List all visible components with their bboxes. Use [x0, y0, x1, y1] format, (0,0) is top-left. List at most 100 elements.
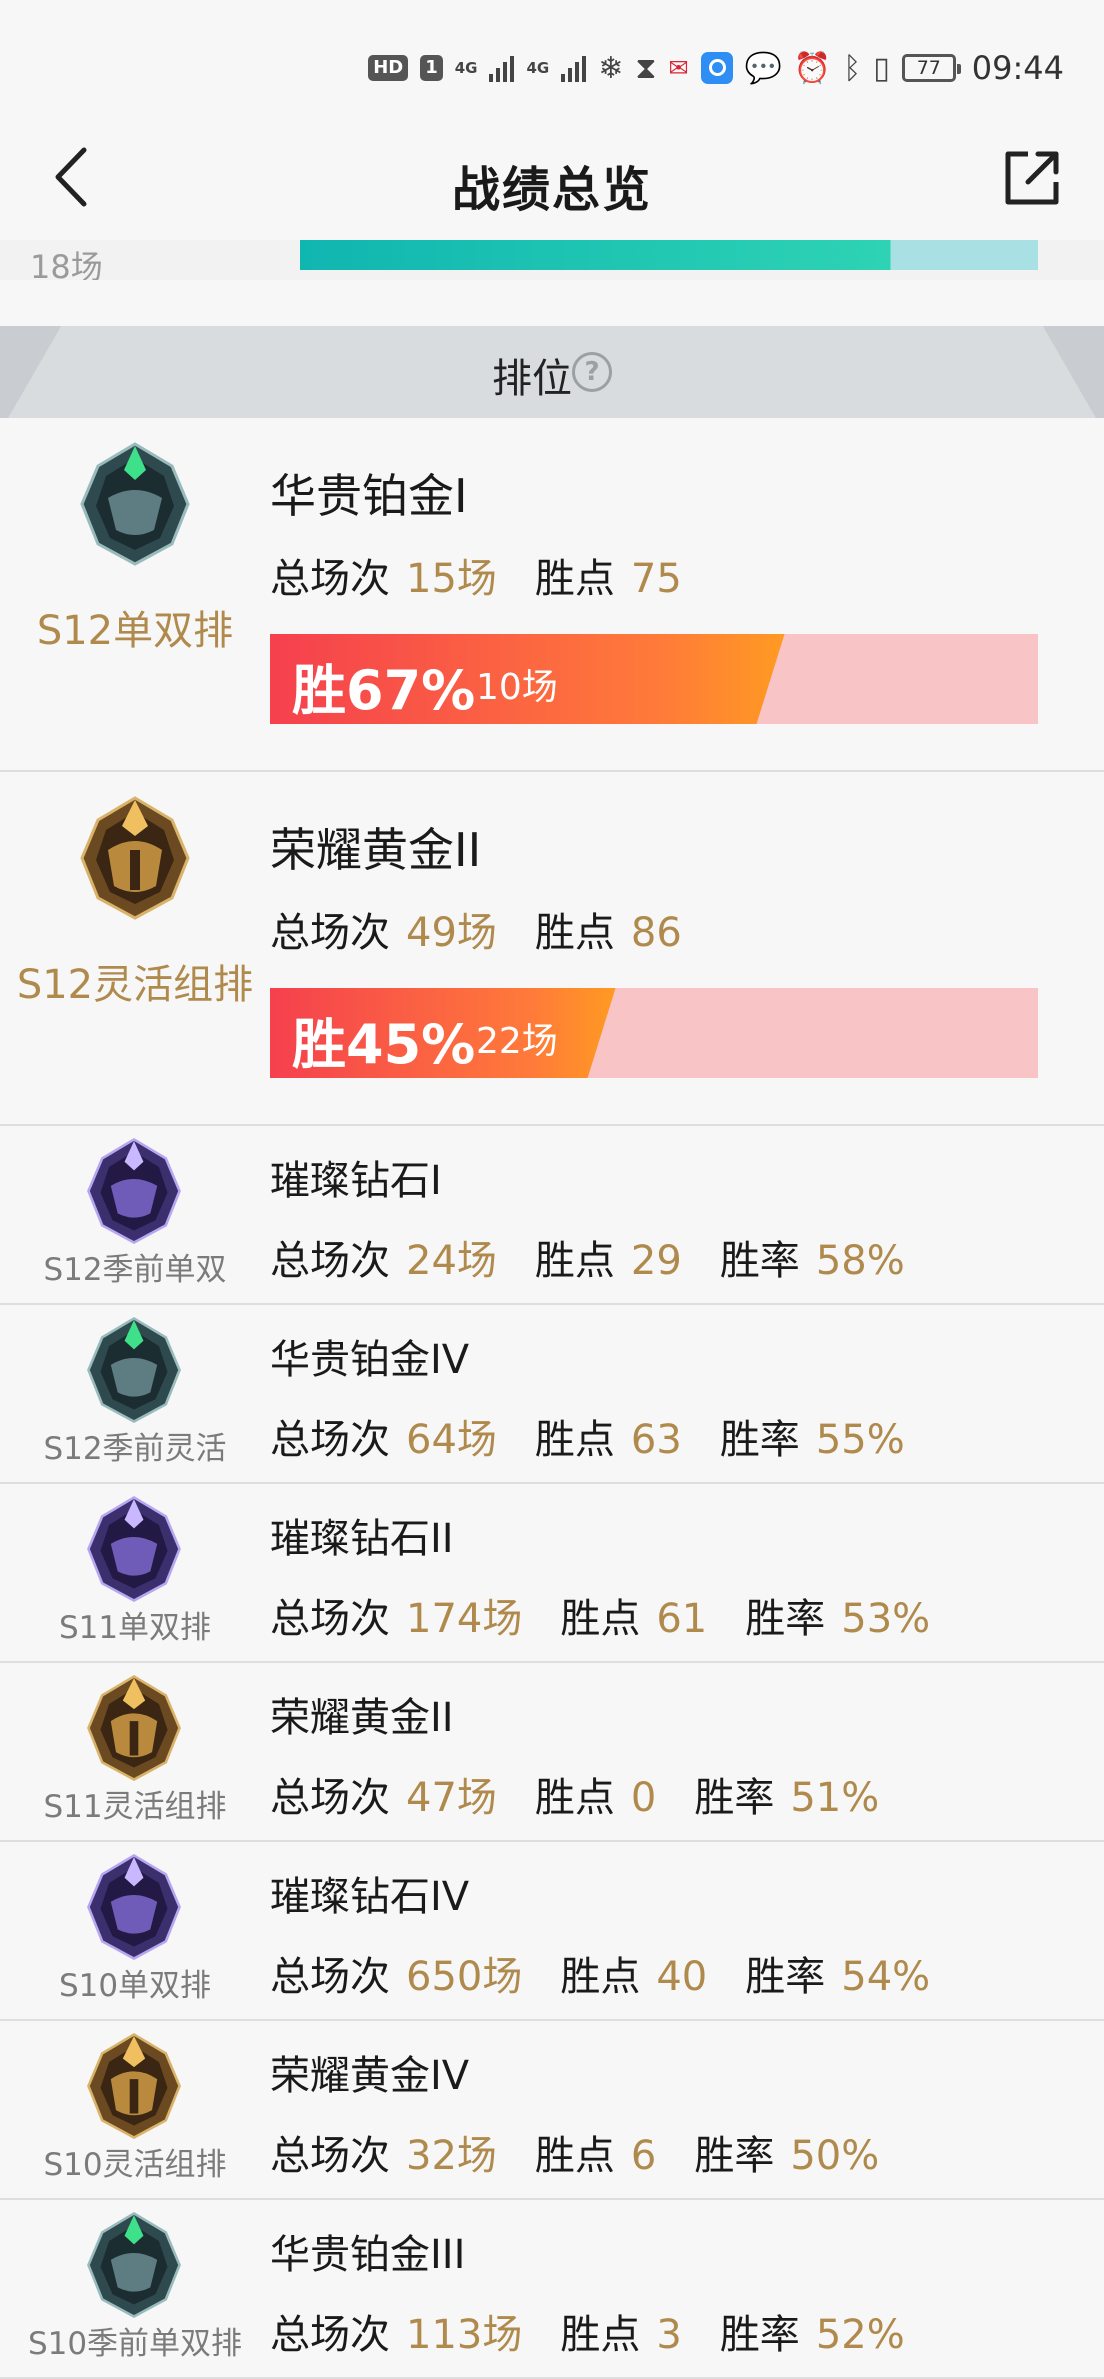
queue-label: S11灵活组排 — [43, 1789, 227, 1825]
total-games-value: 24场 — [406, 1238, 497, 1284]
stats-line: 总场次 15场 胜点 75 — [270, 546, 682, 604]
diamond-emblem-icon — [87, 1495, 181, 1603]
tier-name: 璀璨钻石IV — [270, 1874, 470, 1920]
rank-row[interactable]: S10灵活组排 荣耀黄金IV 总场次 32场 胜点 6 胜率 50% — [0, 2021, 1104, 2200]
hourglass-icon: ⧗ — [635, 50, 657, 86]
queue-label: S10单双排 — [58, 1968, 212, 2004]
lp-label: 胜点 — [560, 2312, 641, 2358]
win-rate-value: 54% — [841, 1954, 931, 2000]
win-rate-label: 胜率 — [719, 1417, 800, 1463]
ranked-section-header: 排位 ? — [0, 326, 1104, 418]
win-rate-text: 胜45% — [292, 1013, 476, 1076]
lp-value: 63 — [630, 1417, 682, 1463]
total-games-label: 总场次 — [270, 2312, 390, 2358]
vibrate-icon: ▯ — [873, 50, 890, 86]
rank-row[interactable]: S12单双排 华贵铂金I 总场次 15场 胜点 75 胜67% 10场 — [0, 418, 1104, 772]
rank-row[interactable]: S11单双排 璀璨钻石II 总场次 174场 胜点 61 胜率 53% — [0, 1484, 1104, 1663]
hd-badge: HD — [368, 55, 409, 81]
lp-label: 胜点 — [534, 1417, 615, 1463]
network-type-1: 4G — [454, 59, 478, 77]
win-rate-label: 胜率 — [719, 1238, 800, 1284]
win-rate-bar — [300, 240, 1038, 270]
stats-line: 总场次 64场 胜点 63 胜率 55% — [270, 1407, 905, 1465]
queue-label: S10灵活组排 — [43, 2147, 227, 2183]
share-icon[interactable] — [1000, 146, 1064, 210]
lp-value: 40 — [656, 1954, 708, 2000]
total-games-value: 47场 — [406, 1775, 497, 1821]
win-rate-value: 51% — [790, 1775, 880, 1821]
total-games-value: 174场 — [406, 1596, 523, 1642]
gold-emblem-icon — [87, 2032, 181, 2140]
total-games-label: 总场次 — [270, 1596, 390, 1642]
win-games-text: 10场 — [476, 667, 558, 708]
total-games-value: 49场 — [406, 910, 497, 956]
section-title: 排位 — [492, 356, 572, 402]
status-icons: HD 1 4G 4G ❄ ⧗ ✉ 💬 ⏰ ᛒ ▯ 77 09:44 — [368, 46, 1064, 90]
lp-value: 3 — [656, 2312, 682, 2358]
tier-name: 璀璨钻石II — [270, 1516, 454, 1562]
sim-badge: 1 — [420, 55, 443, 81]
lp-value: 86 — [630, 910, 682, 956]
win-rate-value: 58% — [815, 1238, 905, 1284]
rank-row[interactable]: S12季前单双 璀璨钻石I 总场次 24场 胜点 29 胜率 58% — [0, 1126, 1104, 1305]
queue-label: S12单双排 — [36, 608, 234, 654]
win-rate-bar: 胜67% 10场 — [270, 634, 1038, 724]
total-games-value: 64场 — [406, 1417, 497, 1463]
help-icon[interactable]: ? — [572, 352, 612, 392]
lp-value: 61 — [656, 1596, 708, 1642]
gold-emblem-icon — [80, 796, 190, 920]
stats-line: 总场次 113场 胜点 3 胜率 52% — [270, 2302, 905, 2360]
rank-row[interactable]: S12季前灵活 华贵铂金IV 总场次 64场 胜点 63 胜率 55% — [0, 1305, 1104, 1484]
win-rate-label: 胜率 — [719, 2312, 800, 2358]
lp-value: 29 — [630, 1238, 682, 1284]
snowflake-icon: ❄ — [598, 50, 624, 86]
queue-label: S11单双排 — [58, 1610, 212, 1646]
network-type-2: 4G — [526, 59, 550, 77]
games-count: 18场 — [30, 248, 103, 280]
total-games-value: 650场 — [406, 1954, 523, 2000]
total-games-label: 总场次 — [270, 1417, 390, 1463]
win-rate-text: 胜67% — [292, 659, 476, 722]
lp-label: 胜点 — [560, 1954, 641, 2000]
signal-icon-2 — [561, 54, 587, 82]
lp-label: 胜点 — [534, 556, 615, 602]
total-games-label: 总场次 — [270, 910, 390, 956]
nav-bar: 战绩总览 — [0, 120, 1104, 240]
platinum-emblem-icon — [80, 442, 190, 566]
tier-name: 荣耀黄金II — [270, 1695, 454, 1741]
diamond-emblem-icon — [87, 1853, 181, 1961]
win-rate-value: 53% — [841, 1596, 931, 1642]
previous-card-partial: 18场 — [0, 240, 1104, 280]
stats-line: 总场次 174场 胜点 61 胜率 53% — [270, 1586, 930, 1644]
tier-name: 荣耀黄金II — [270, 823, 482, 877]
total-games-label: 总场次 — [270, 2133, 390, 2179]
lp-value: 6 — [630, 2133, 657, 2179]
tier-name: 璀璨钻石I — [270, 1158, 442, 1204]
tier-name: 荣耀黄金IV — [270, 2053, 470, 2099]
lp-label: 胜点 — [534, 910, 615, 956]
stats-line: 总场次 47场 胜点 0 胜率 51% — [270, 1765, 879, 1823]
platinum-emblem-icon — [87, 1316, 181, 1424]
win-rate-label: 胜率 — [745, 1954, 826, 2000]
rank-row[interactable]: S11灵活组排 荣耀黄金II 总场次 47场 胜点 0 胜率 51% — [0, 1663, 1104, 1842]
win-rate-label: 胜率 — [694, 2133, 775, 2179]
rank-row[interactable]: S10单双排 璀璨钻石IV 总场次 650场 胜点 40 胜率 54% — [0, 1842, 1104, 2021]
lp-label: 胜点 — [534, 2133, 615, 2179]
rank-row[interactable]: S10季前单双排 华贵铂金III 总场次 113场 胜点 3 胜率 52% — [0, 2200, 1104, 2379]
app-notification-icon: ✉ — [668, 54, 689, 82]
total-games-label: 总场次 — [270, 1775, 390, 1821]
rank-list: S12单双排 华贵铂金I 总场次 15场 胜点 75 胜67% 10场 S12灵… — [0, 418, 1104, 2379]
lp-label: 胜点 — [534, 1775, 615, 1821]
page-title: 战绩总览 — [451, 162, 652, 218]
queue-label: S12季前灵活 — [43, 1431, 227, 1467]
queue-label: S12季前单双 — [43, 1252, 227, 1288]
lp-label: 胜点 — [534, 1238, 615, 1284]
win-rate-value: 52% — [815, 2312, 905, 2358]
total-games-value: 113场 — [406, 2312, 523, 2358]
stats-line: 总场次 24场 胜点 29 胜率 58% — [270, 1228, 905, 1286]
total-games-value: 15场 — [406, 556, 497, 602]
total-games-label: 总场次 — [270, 1954, 390, 2000]
tier-name: 华贵铂金III — [270, 2232, 466, 2278]
status-bar: HD 1 4G 4G ❄ ⧗ ✉ 💬 ⏰ ᛒ ▯ 77 09:44 — [0, 0, 1104, 120]
rank-row[interactable]: S12灵活组排 荣耀黄金II 总场次 49场 胜点 86 胜45% 22场 — [0, 772, 1104, 1126]
